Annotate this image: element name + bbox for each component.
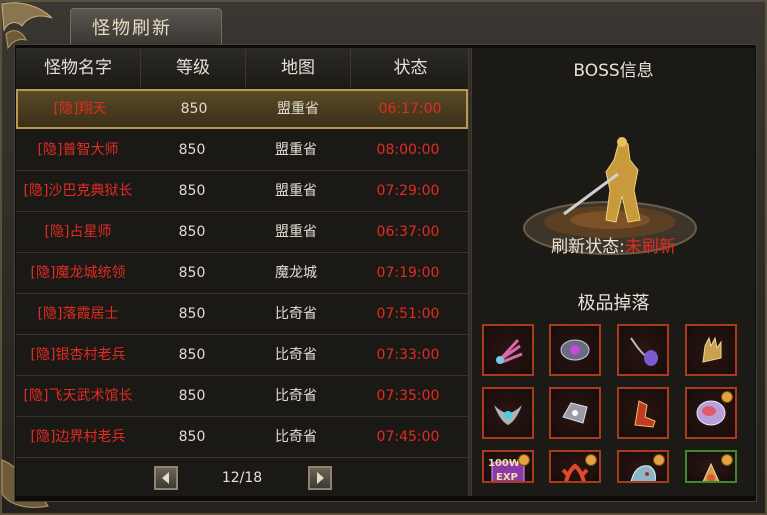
gem-bracelet-icon [560, 339, 590, 361]
monster-level: 850 [178, 347, 206, 363]
drops-title: 极品掉落 [577, 293, 650, 314]
monster-map: 盟重省 [277, 101, 319, 117]
quality-badge-icon [721, 391, 733, 403]
golden-glove-icon [702, 336, 722, 363]
next-page-button[interactable] [308, 466, 332, 490]
table-row[interactable]: [隐]飞天武术馆长 850 比奇省 07:35:00 [16, 376, 468, 417]
quality-badge-icon [721, 454, 733, 466]
exp-amount-label: 100W [488, 458, 520, 469]
flame-boot-icon [634, 400, 656, 428]
monster-level: 850 [178, 224, 206, 240]
refresh-status-value: 未刷新 [624, 237, 676, 257]
monster-name: [隐]沙巴克典狱长 [23, 183, 133, 199]
monster-level: 850 [180, 101, 208, 117]
table-row[interactable]: [隐]沙巴克典狱长 850 盟重省 07:29:00 [16, 171, 468, 212]
window-title: 怪物刷新 [92, 18, 172, 39]
monster-map: 比奇省 [275, 388, 317, 404]
drop-item-slot[interactable] [685, 450, 737, 483]
monster-map: 盟重省 [275, 142, 317, 158]
monster-name: [隐]魔龙城统领 [30, 265, 126, 281]
wing-helmet-icon [494, 405, 522, 425]
table-row[interactable]: [隐]普智大师 850 盟重省 08:00:00 [16, 130, 468, 171]
table-row[interactable]: [隐]落霞居士 850 比奇省 07:51:00 [16, 294, 468, 335]
monster-map: 盟重省 [275, 183, 317, 199]
monster-level: 850 [178, 388, 206, 404]
header-name: 怪物名字 [16, 48, 141, 88]
drop-item-slot[interactable] [617, 387, 669, 439]
monster-name: [隐]边界村老兵 [30, 429, 126, 445]
exp-type-label: EXP [496, 472, 518, 483]
monster-map: 盟重省 [275, 224, 317, 240]
table-row[interactable]: [隐]魔龙城统领 850 魔龙城 07:19:00 [16, 253, 468, 294]
page-indicator: 12/18 [221, 470, 263, 486]
monster-refresh-time: 07:35:00 [376, 388, 440, 404]
monster-name: [隐]普智大师 [37, 142, 119, 158]
monster-refresh-time: 06:17:00 [378, 101, 442, 117]
drop-item-slot[interactable] [685, 387, 737, 439]
monster-refresh-time: 07:51:00 [376, 306, 440, 322]
table-row[interactable]: [隐]占星师 850 盟重省 06:37:00 [16, 212, 468, 253]
table-row[interactable]: [隐]翔天 850 盟重省 06:17:00 [16, 89, 468, 129]
monster-level: 850 [178, 265, 206, 281]
monster-level: 850 [178, 429, 206, 445]
monster-refresh-time: 07:29:00 [376, 183, 440, 199]
drop-item-slot[interactable] [617, 324, 669, 376]
table-row[interactable]: [隐]边界村老兵 850 比奇省 07:45:00 [16, 417, 468, 458]
header-map: 地图 [246, 48, 351, 88]
monster-name: [隐]银杏村老兵 [30, 347, 126, 363]
drop-item-slot[interactable] [685, 324, 737, 376]
quality-badge-icon [518, 454, 530, 466]
monster-refresh-time: 07:33:00 [376, 347, 440, 363]
monster-name: [隐]飞天武术馆长 [23, 388, 133, 404]
table-row[interactable]: [隐]银杏村老兵 850 比奇省 07:33:00 [16, 335, 468, 376]
monster-name: [隐]翔天 [53, 101, 107, 117]
refresh-status-label: 刷新状态: [551, 237, 625, 257]
boss-character-icon [563, 137, 641, 223]
amulet-necklace-icon [630, 337, 658, 366]
drop-item-slot[interactable] [617, 450, 669, 483]
drop-item-slot[interactable] [482, 324, 534, 376]
drop-item-slot[interactable] [549, 450, 601, 483]
monster-level: 850 [178, 183, 206, 199]
feather-fan-icon [496, 338, 523, 364]
monster-name: [隐]占星师 [44, 224, 112, 240]
silver-bracer-icon [562, 402, 588, 424]
monster-map: 比奇省 [275, 306, 317, 322]
monster-refresh-time: 06:37:00 [376, 224, 440, 240]
boss-info-title: BOSS信息 [573, 61, 654, 81]
monster-map: 比奇省 [275, 347, 317, 363]
drop-item-slot[interactable] [549, 387, 601, 439]
monster-name: [隐]落霞居士 [37, 306, 119, 322]
monster-refresh-time: 08:00:00 [376, 142, 440, 158]
monster-map: 比奇省 [275, 429, 317, 445]
drop-item-slot[interactable] [549, 324, 601, 376]
monster-refresh-time: 07:45:00 [376, 429, 440, 445]
drop-item-slot[interactable]: 100W EXP [482, 450, 534, 483]
drop-item-slot[interactable] [482, 387, 534, 439]
header-level: 等级 [141, 48, 246, 88]
monster-level: 850 [178, 142, 206, 158]
header-status: 状态 [393, 58, 428, 78]
arrow-right-icon [317, 472, 324, 484]
monster-level: 850 [178, 306, 206, 322]
refresh-status: 刷新状态:未刷新 [472, 232, 755, 257]
pagination: 12/18 [16, 458, 468, 498]
quality-badge-icon [585, 454, 597, 466]
monster-refresh-time: 07:19:00 [376, 265, 440, 281]
table-header: 怪物名字 等级 地图 状态 [16, 48, 468, 88]
quality-badge-icon [653, 454, 665, 466]
monster-map: 魔龙城 [275, 265, 317, 281]
